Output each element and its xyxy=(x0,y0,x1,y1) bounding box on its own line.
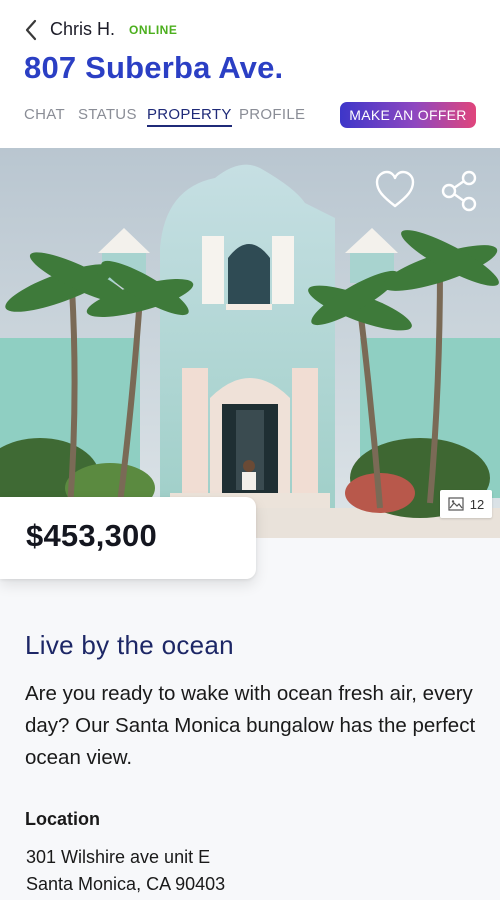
location-label: Location xyxy=(25,809,100,829)
photo-count-button[interactable]: 12 xyxy=(440,490,492,518)
listing-description: Are you ready to wake with ocean fresh a… xyxy=(25,682,476,769)
heart-outline-icon[interactable] xyxy=(374,170,416,210)
chevron-left-icon[interactable] xyxy=(22,18,42,42)
app-header: Chris H. ONLINE 807 Suberba Ave. CHAT ST… xyxy=(0,0,500,148)
share-icon[interactable] xyxy=(440,170,478,212)
address-line-2: Santa Monica, CA 90403 xyxy=(26,874,226,894)
image-icon xyxy=(448,497,464,511)
page-title: 807 Suberba Ave. xyxy=(24,50,284,85)
property-photo[interactable] xyxy=(0,148,500,538)
tab-chat[interactable]: CHAT xyxy=(24,106,65,123)
photo-count-value: 12 xyxy=(469,496,485,512)
make-offer-button[interactable]: MAKE AN OFFER xyxy=(340,102,476,128)
property-photo-image xyxy=(0,148,500,538)
online-status-badge: ONLINE xyxy=(129,23,178,37)
contact-name: Chris H. xyxy=(50,19,116,39)
tab-status[interactable]: STATUS xyxy=(78,106,137,123)
listing-price: $453,300 xyxy=(26,518,157,553)
address-line-1: 301 Wilshire ave unit E xyxy=(26,847,211,867)
tab-profile[interactable]: PROFILE xyxy=(239,106,305,123)
tab-property[interactable]: PROPERTY xyxy=(147,106,232,127)
listing-headline: Live by the ocean xyxy=(25,630,234,660)
